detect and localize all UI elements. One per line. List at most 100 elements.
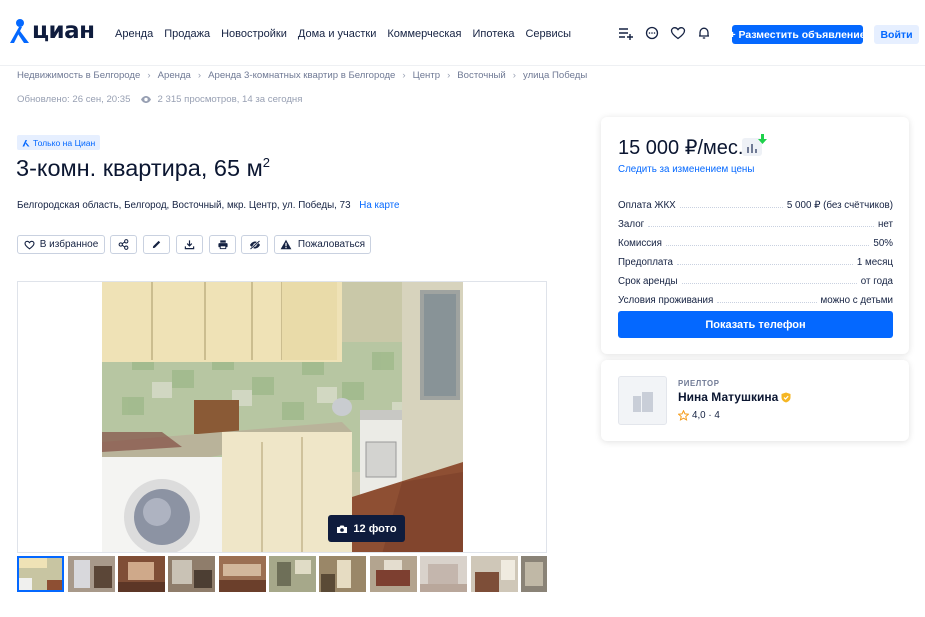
- page-title: 3-комн. квартира, 65 м2: [16, 155, 270, 182]
- breadcrumb-item[interactable]: Аренда: [158, 70, 191, 81]
- chevron-right-icon: ›: [197, 70, 202, 81]
- nav-item-commercial[interactable]: Коммерческая: [387, 28, 461, 40]
- login-button[interactable]: Войти: [874, 25, 919, 44]
- chevron-right-icon: ›: [147, 70, 151, 81]
- heart-icon[interactable]: [670, 26, 686, 40]
- rating-text: 4,0 · 4: [692, 410, 720, 421]
- thumbnail[interactable]: [319, 556, 366, 592]
- breadcrumb-item[interactable]: Недвижимость в Белгороде: [17, 70, 140, 81]
- warning-icon: [280, 239, 292, 250]
- term-row-prepayment: Предоплата 1 месяц: [618, 249, 893, 268]
- title-superscript: 2: [262, 155, 270, 171]
- photo-count-badge[interactable]: 12 фото: [328, 515, 405, 542]
- nav-item-houses[interactable]: Дома и участки: [298, 28, 376, 40]
- bell-icon[interactable]: [696, 26, 712, 40]
- chat-icon[interactable]: [644, 26, 660, 40]
- term-label: Оплата ЖКХ: [618, 200, 676, 211]
- dotted-leader: [681, 283, 857, 284]
- print-button[interactable]: [209, 235, 236, 254]
- term-row-utilities: Оплата ЖКХ 5 000 ₽ (без счётчиков): [618, 192, 893, 211]
- map-link[interactable]: На карте: [359, 200, 399, 211]
- term-label: Условия проживания: [618, 295, 714, 306]
- breadcrumb: Недвижимость в Белгороде › Аренда › Арен…: [17, 70, 587, 81]
- share-button[interactable]: [110, 235, 137, 254]
- dotted-leader: [717, 302, 817, 303]
- thumbnail[interactable]: [420, 556, 467, 592]
- term-label: Залог: [618, 219, 645, 230]
- breadcrumb-item[interactable]: Центр: [413, 70, 440, 81]
- views-count: 2 315 просмотров, 14 за сегодня: [157, 94, 303, 105]
- breadcrumb-item[interactable]: Аренда 3-комнатных квартир в Белгороде: [208, 70, 395, 81]
- address-text: Белгородская область, Белгород, Восточны…: [17, 200, 351, 211]
- agent-card: РИЕЛТОР Нина Матушкина 4,0 · 4: [601, 360, 909, 441]
- term-value: можно с детьми: [820, 295, 893, 306]
- agent-rating[interactable]: 4,0 · 4: [678, 410, 720, 421]
- avatar[interactable]: [618, 376, 667, 425]
- thumbnail[interactable]: [370, 556, 417, 592]
- breadcrumb-item[interactable]: улица Победы: [523, 70, 587, 81]
- term-value: от года: [860, 276, 893, 287]
- post-ad-button[interactable]: + Разместить объявление: [729, 25, 866, 44]
- star-icon: [678, 410, 689, 421]
- favorite-button[interactable]: В избранное: [17, 235, 105, 254]
- thumbnail[interactable]: [68, 556, 115, 592]
- updated-date: Обновлено: 26 сен, 20:35: [17, 94, 131, 105]
- printer-icon: [217, 240, 228, 250]
- main-photo[interactable]: 12 фото: [102, 282, 463, 552]
- term-value: 50%: [873, 238, 893, 249]
- download-icon: [184, 240, 195, 250]
- complain-button[interactable]: Пожаловаться: [274, 235, 371, 254]
- nav-item-new-buildings[interactable]: Новостройки: [221, 28, 287, 40]
- download-button[interactable]: [176, 235, 203, 254]
- term-label: Срок аренды: [618, 276, 678, 287]
- thumbnail-strip: [17, 556, 547, 592]
- nav-item-rent[interactable]: Аренда: [115, 28, 153, 40]
- price: 15 000 ₽/мес.: [618, 137, 744, 159]
- title-text: 3-комн. квартира, 65 м: [16, 155, 263, 181]
- dotted-leader: [679, 207, 783, 208]
- term-row-living-conditions: Условия проживания можно с детьми: [618, 287, 893, 306]
- agent-name-text: Нина Матушкина: [678, 390, 779, 404]
- thumbnail[interactable]: [471, 556, 518, 592]
- photo-count-label: 12 фото: [353, 522, 397, 535]
- eye-icon: [141, 96, 152, 103]
- show-phone-button[interactable]: Показать телефон: [618, 311, 893, 338]
- hide-button[interactable]: [241, 235, 268, 254]
- term-value: 5 000 ₽ (без счётчиков): [786, 200, 893, 211]
- term-row-lease-term: Срок аренды от года: [618, 268, 893, 287]
- thumbnail[interactable]: [521, 556, 547, 592]
- photo-gallery[interactable]: 12 фото: [17, 281, 547, 553]
- edit-note-button[interactable]: [143, 235, 170, 254]
- agent-name[interactable]: Нина Матушкина: [678, 390, 791, 404]
- term-row-commission: Комиссия 50%: [618, 230, 893, 249]
- breadcrumb-item[interactable]: Восточный: [457, 70, 506, 81]
- nav-item-mortgage[interactable]: Ипотека: [473, 28, 515, 40]
- nav-item-sale[interactable]: Продажа: [164, 28, 210, 40]
- chevron-right-icon: ›: [402, 70, 406, 81]
- thumbnail[interactable]: [269, 556, 316, 592]
- nav-item-services[interactable]: Сервисы: [525, 28, 571, 40]
- main-nav: Аренда Продажа Новостройки Дома и участк…: [115, 28, 582, 40]
- dotted-leader: [648, 226, 874, 227]
- thumbnail[interactable]: [17, 556, 64, 592]
- listing-meta: Обновлено: 26 сен, 20:35 2 315 просмотро…: [17, 94, 302, 105]
- thumbnail[interactable]: [219, 556, 266, 592]
- cian-logo[interactable]: циан: [8, 17, 95, 45]
- building-icon: [632, 391, 653, 412]
- thumbnail[interactable]: [118, 556, 165, 592]
- term-row-deposit: Залог нет: [618, 211, 893, 230]
- follow-price-link[interactable]: Следить за изменением цены: [618, 164, 754, 175]
- cian-mark-icon: [22, 139, 30, 146]
- thumbnail[interactable]: [168, 556, 215, 592]
- dotted-leader: [676, 264, 853, 265]
- price-down-arrow-icon: [758, 134, 767, 144]
- kitchen-photo: [102, 282, 463, 552]
- share-icon: [118, 239, 129, 250]
- complain-label: Пожаловаться: [297, 239, 366, 250]
- verified-shield-icon: [781, 392, 791, 402]
- compare-list-icon[interactable]: [618, 26, 634, 40]
- eye-off-icon: [249, 239, 260, 250]
- term-label: Предоплата: [618, 257, 673, 268]
- badge-label: Только на Циан: [33, 137, 96, 148]
- price-card: 15 000 ₽/мес. Следить за изменением цены…: [601, 117, 909, 354]
